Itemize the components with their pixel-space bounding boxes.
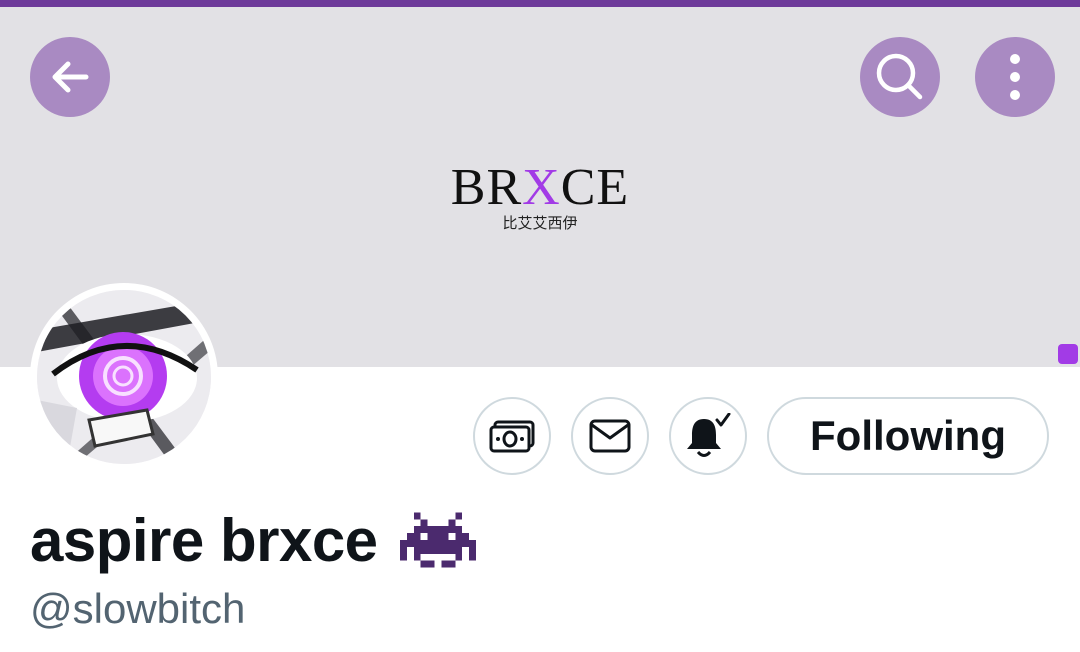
notifications-button[interactable]: [669, 397, 747, 475]
banner-corner-mark: [1058, 344, 1078, 364]
tip-button[interactable]: [473, 397, 551, 475]
display-name-text: aspire brxce: [30, 506, 378, 574]
envelope-icon: [589, 419, 631, 453]
profile-handle: @slowbitch: [30, 585, 246, 632]
avatar[interactable]: [30, 283, 218, 471]
back-button[interactable]: [30, 37, 110, 117]
arrow-left-icon: [52, 61, 89, 93]
avatar-image: [37, 290, 211, 464]
banner-brand-logo: BRXCE: [450, 159, 630, 216]
search-icon: [876, 53, 923, 100]
search-button[interactable]: [860, 37, 940, 117]
money-icon: [489, 420, 535, 453]
banner-brand-subtitle: 比艾艾西伊: [502, 214, 578, 232]
top-accent-bar: [0, 0, 1080, 7]
more-options-button[interactable]: [975, 37, 1055, 117]
bell-check-icon: [687, 413, 731, 457]
more-vertical-icon: [1010, 54, 1020, 100]
space-invader-emoji: [399, 512, 476, 568]
profile-display-name: aspire brxce: [30, 500, 476, 580]
following-button[interactable]: Following: [767, 397, 1049, 475]
message-button[interactable]: [571, 397, 649, 475]
